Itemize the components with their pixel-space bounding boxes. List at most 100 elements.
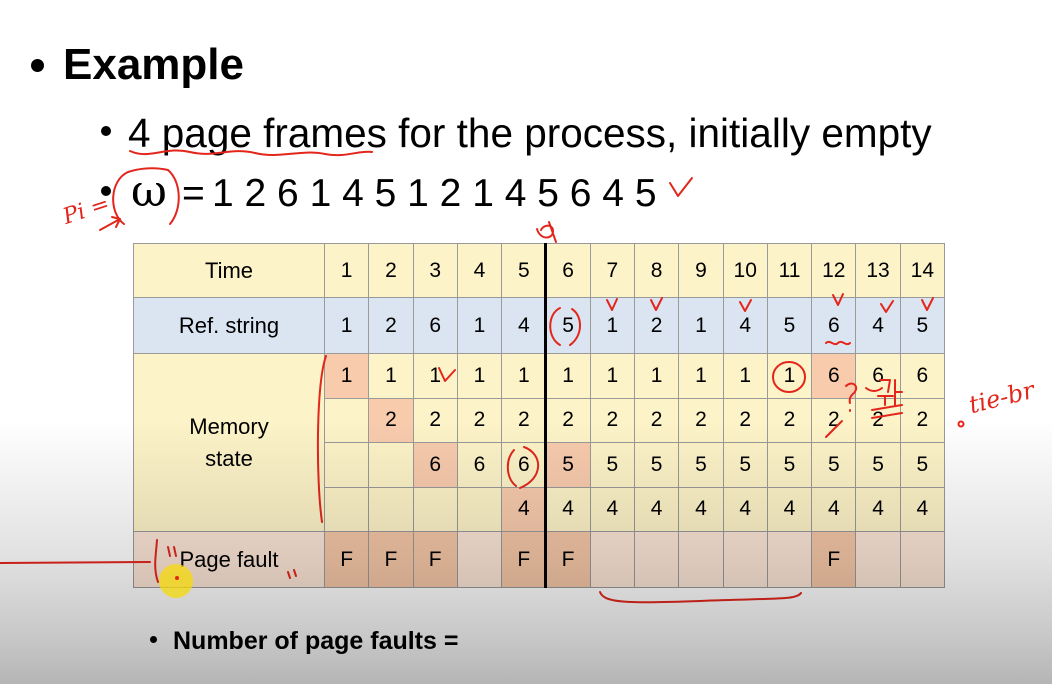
time-header-cell: 7 — [590, 244, 634, 297]
annotation-tie-break-note: tie-br — [966, 375, 1038, 420]
ref-string-cell: 2 — [634, 298, 679, 353]
memory-cell: 5 — [679, 443, 723, 487]
time-header-cell: 13 — [856, 244, 900, 297]
memory-cell-loaded: 1 — [325, 354, 369, 398]
ref-string-cell: 6 — [413, 298, 457, 353]
memory-cell: 2 — [590, 398, 634, 442]
memory-cell: 6 — [457, 443, 502, 487]
bullet-frames — [101, 126, 111, 136]
memory-cell: 5 — [856, 443, 900, 487]
memory-cell: 1 — [634, 354, 679, 398]
memory-state-label: Memory state — [134, 354, 324, 531]
page-fault-cell — [590, 532, 634, 587]
bullet-question — [150, 636, 157, 643]
page-fault-label: Page fault — [134, 532, 324, 587]
time-header-cell: 3 — [413, 244, 457, 297]
memory-cell: 4 — [723, 487, 767, 531]
memory-cell: 5 — [634, 443, 679, 487]
memory-cell: 5 — [590, 443, 634, 487]
memory-cell: 6 — [856, 354, 900, 398]
ref-string-cell: 4 — [502, 298, 546, 353]
omega-equals-sign: = — [182, 172, 205, 215]
ref-string-cell: 5 — [546, 298, 590, 353]
memory-cell: 2 — [723, 398, 767, 442]
page-fault-cell-marked: F — [812, 532, 856, 587]
ref-string-cell: 1 — [325, 298, 369, 353]
time-header-cell: 6 — [546, 244, 590, 297]
page-fault-cell — [767, 532, 812, 587]
memory-cell: 2 — [457, 398, 502, 442]
memory-cell: 2 — [900, 398, 944, 442]
page-fault-cell-marked: F — [502, 532, 546, 587]
ref-string-cell: 4 — [856, 298, 900, 353]
memory-cell: 2 — [767, 398, 812, 442]
annotation-check-reference-string — [669, 177, 693, 197]
time-header-cell: 10 — [723, 244, 767, 297]
annotation-underbrace-no-faults — [599, 591, 802, 604]
memory-cell — [369, 487, 413, 531]
memory-cell: 1 — [546, 354, 590, 398]
page-fault-cell — [856, 532, 900, 587]
memory-cell-loaded: 6 — [812, 354, 856, 398]
memory-cell — [325, 398, 369, 442]
memory-cell: 2 — [812, 398, 856, 442]
memory-cell-loaded: 6 — [413, 443, 457, 487]
memory-cell: 1 — [679, 354, 723, 398]
memory-cell — [325, 443, 369, 487]
memory-cell — [325, 487, 369, 531]
frames-bullet-text: 4 page frames for the process, initially… — [128, 110, 932, 156]
annotation-dot-tie — [957, 420, 965, 428]
time-header-cell: 11 — [767, 244, 812, 297]
ref-string-label: Ref. string — [134, 298, 324, 353]
memory-cell: 2 — [413, 398, 457, 442]
memory-cell: 6 — [502, 443, 546, 487]
page-fault-cell — [679, 532, 723, 587]
memory-state-label-text: Memory state — [189, 413, 269, 471]
memory-cell: 4 — [812, 487, 856, 531]
memory-cell: 1 — [767, 354, 812, 398]
memory-cell: 4 — [590, 487, 634, 531]
ref-string-cell: 4 — [723, 298, 767, 353]
page-fault-cell-marked: F — [325, 532, 369, 587]
memory-cell-loaded: 2 — [369, 398, 413, 442]
ref-string-cell: 5 — [900, 298, 944, 353]
ref-string-cell: 6 — [812, 298, 856, 353]
page-fault-cell — [900, 532, 944, 587]
reference-string-text: 1 2 6 1 4 5 1 2 1 4 5 6 4 5 — [212, 172, 657, 215]
memory-cell: 4 — [679, 487, 723, 531]
memory-cell: 5 — [767, 443, 812, 487]
page-fault-count-question: Number of page faults = — [173, 627, 459, 655]
memory-cell-loaded: 5 — [546, 443, 590, 487]
memory-cell — [369, 443, 413, 487]
memory-cell: 5 — [812, 443, 856, 487]
slide-heading: Example — [63, 40, 244, 89]
memory-cell: 1 — [590, 354, 634, 398]
time-header-cell: 9 — [679, 244, 723, 297]
page-fault-cell — [723, 532, 767, 587]
time-header-cell: 4 — [457, 244, 502, 297]
annotation-pi-note: Pi = — [60, 191, 113, 230]
page-fault-cell — [457, 532, 502, 587]
memory-cell: 5 — [723, 443, 767, 487]
omega-symbol: ω — [131, 166, 167, 217]
memory-cell: 5 — [900, 443, 944, 487]
time-header-cell: 12 — [812, 244, 856, 297]
annotation-divider-mark — [536, 221, 557, 243]
memory-cell: 2 — [679, 398, 723, 442]
page-fault-cell — [634, 532, 679, 587]
ref-string-cell: 1 — [679, 298, 723, 353]
time-label: Time — [134, 244, 324, 297]
time-header-cell: 5 — [502, 244, 546, 297]
page-fault-cell-marked: F — [369, 532, 413, 587]
time-header-cell: 2 — [369, 244, 413, 297]
memory-cell: 4 — [856, 487, 900, 531]
page-fault-cell-marked: F — [546, 532, 590, 587]
time-header-cell: 1 — [325, 244, 369, 297]
memory-cell: 2 — [502, 398, 546, 442]
memory-cell: 1 — [502, 354, 546, 398]
ref-string-cell: 1 — [590, 298, 634, 353]
memory-cell: 6 — [900, 354, 944, 398]
memory-cell — [413, 487, 457, 531]
ref-string-cell: 5 — [767, 298, 812, 353]
ref-string-cell: 2 — [369, 298, 413, 353]
